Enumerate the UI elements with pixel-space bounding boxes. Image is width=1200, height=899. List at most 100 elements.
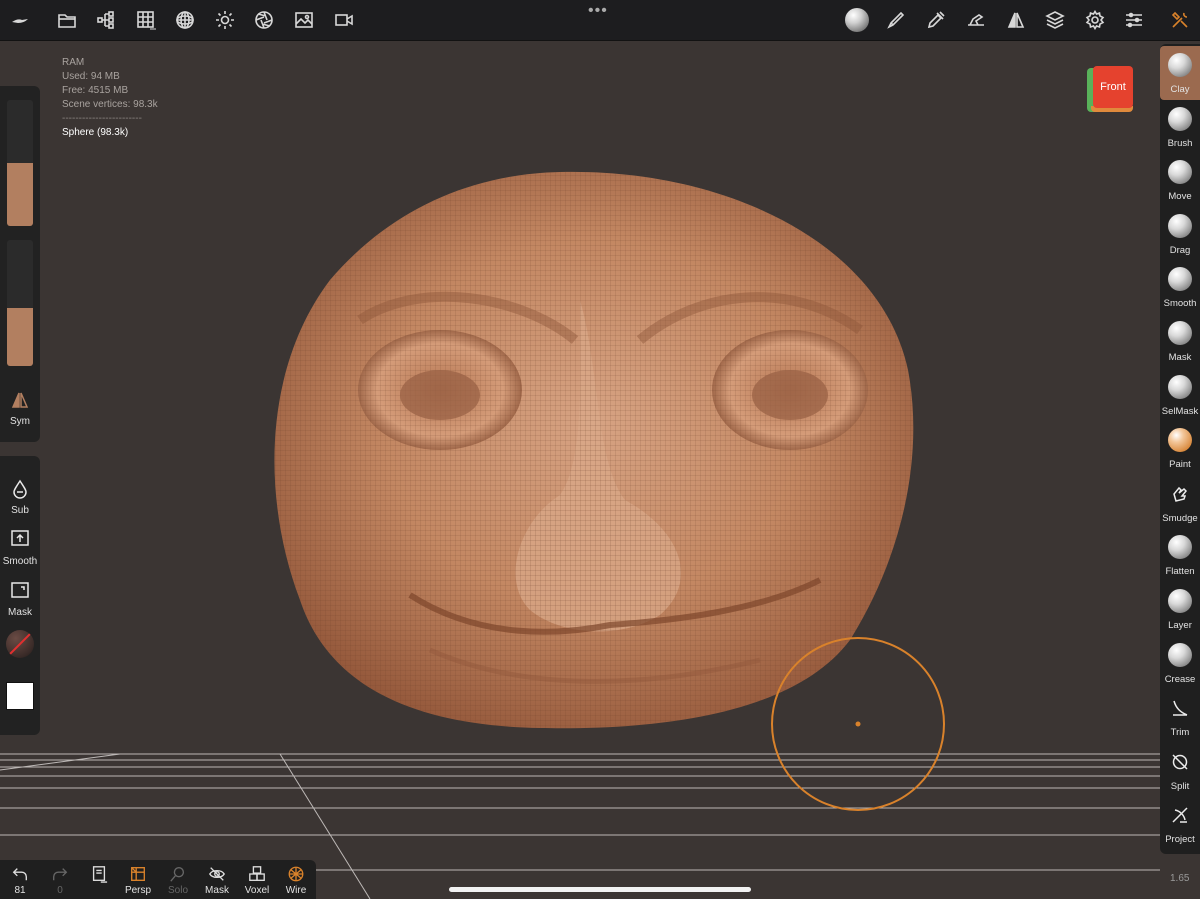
tool-crease[interactable]: Crease <box>1160 636 1200 690</box>
tool-label: Smooth <box>1163 298 1197 310</box>
scene-tree-icon[interactable] <box>94 8 118 32</box>
trim-icon <box>1170 698 1190 718</box>
undo-button[interactable]: 81 <box>0 860 40 899</box>
top-toolbar: ••• <box>0 0 1200 41</box>
menu-dots[interactable]: ••• <box>588 2 608 20</box>
tool-flatten[interactable]: Flatten <box>1160 528 1200 582</box>
tool-label: Paint <box>1169 459 1191 471</box>
persp-button[interactable]: Persp <box>118 860 158 899</box>
tool-label: Split <box>1170 780 1190 792</box>
background-image-icon[interactable] <box>292 8 316 32</box>
smooth-label[interactable]: Smooth <box>0 556 40 567</box>
tool-brush[interactable]: Brush <box>1160 100 1200 154</box>
tool-label: Mask <box>1168 352 1192 363</box>
tool-smudge[interactable]: Smudge <box>1160 475 1200 529</box>
folder-icon[interactable] <box>55 8 79 32</box>
sculpt-mesh <box>274 171 914 729</box>
brush-settings-panel: Sym <box>0 86 40 442</box>
sliders-icon[interactable] <box>1122 8 1146 32</box>
crease-ball-icon <box>1168 642 1192 667</box>
paint-ball-icon <box>1168 428 1192 453</box>
clay-ball-icon <box>1168 53 1192 77</box>
brush-cursor <box>771 637 945 811</box>
tool-paint[interactable]: Paint <box>1160 421 1200 475</box>
sub-drop-icon[interactable] <box>10 479 30 499</box>
tools-icon[interactable] <box>1168 8 1192 32</box>
sym-label[interactable]: Sym <box>0 416 40 427</box>
tool-label: Move <box>1168 191 1192 203</box>
radius-slider[interactable] <box>7 100 33 226</box>
tool-trim[interactable]: Trim <box>1160 689 1200 743</box>
tool-layer[interactable]: Layer <box>1160 582 1200 636</box>
smooth-upload-icon[interactable] <box>10 528 30 548</box>
tool-label: Trim <box>1170 727 1190 739</box>
tool-label: Project <box>1165 834 1195 846</box>
view-cube[interactable]: Front <box>1087 66 1133 112</box>
light-sun-icon[interactable] <box>213 8 237 32</box>
color-swatch[interactable] <box>6 682 34 710</box>
tool-label: Clay <box>1170 84 1190 95</box>
intensity-slider[interactable] <box>7 240 33 366</box>
wireframe-label: Wire <box>285 885 307 896</box>
tool-mask[interactable]: Mask <box>1160 314 1200 368</box>
tool-drag[interactable]: Drag <box>1160 207 1200 261</box>
layers-icon[interactable] <box>1043 8 1067 32</box>
tool-label: Layer <box>1168 620 1192 631</box>
topology-grid-icon[interactable] <box>134 8 158 32</box>
stats-free: Free: 4515 MB <box>62 85 129 96</box>
stroke-modifier-panel: Sub Smooth Mask <box>0 456 40 735</box>
scene-menu-button[interactable] <box>79 860 119 899</box>
pressure-hand-icon[interactable] <box>964 8 988 32</box>
tool-label: Drag <box>1169 244 1191 256</box>
stats-object[interactable]: Sphere (98.3k) <box>62 126 158 140</box>
material-preview-icon[interactable] <box>844 7 870 33</box>
viewport-3d[interactable] <box>0 40 1200 899</box>
matcap-icon[interactable] <box>6 630 34 658</box>
selmask-ball-icon <box>1168 374 1192 399</box>
material-sphere-icon[interactable] <box>173 8 197 32</box>
layer-ball-icon <box>1168 589 1192 613</box>
home-indicator[interactable] <box>449 887 751 892</box>
stats-separator: ------------------------ <box>62 113 142 124</box>
camera-video-icon[interactable] <box>332 8 356 32</box>
view-cube-front-label[interactable]: Front <box>1093 66 1133 108</box>
tool-label: Brush <box>1167 137 1193 149</box>
version-label: 1.65 <box>1170 873 1190 884</box>
symmetry-icon[interactable] <box>1004 8 1028 32</box>
stats-ram-label: RAM <box>62 57 85 68</box>
settings-gear-icon[interactable] <box>1083 8 1107 32</box>
wireframe-button[interactable]: Wire <box>276 860 316 899</box>
mask-ball-icon <box>1168 321 1192 345</box>
solo-label: Solo <box>167 885 188 896</box>
stats-vertices: Scene vertices: 98.3k <box>62 99 158 110</box>
tool-smooth[interactable]: Smooth <box>1160 260 1200 314</box>
tool-split[interactable]: Split <box>1160 743 1200 797</box>
tool-clay[interactable]: Clay <box>1160 46 1200 100</box>
mask-label[interactable]: Mask <box>0 607 40 618</box>
stats-used: Used: 94 MB <box>62 71 120 82</box>
undo-count: 81 <box>14 885 26 896</box>
redo-button[interactable]: 0 <box>40 860 80 899</box>
tool-label: SelMask <box>1161 405 1199 417</box>
tool-selmask[interactable]: SelMask <box>1160 368 1200 422</box>
flatten-ball-icon <box>1168 535 1192 560</box>
redo-count: 0 <box>57 885 63 896</box>
shading-aperture-icon[interactable] <box>252 8 276 32</box>
mask-square-icon[interactable] <box>10 580 30 600</box>
symmetry-toggle-icon[interactable] <box>10 390 30 410</box>
mask-visibility-button[interactable]: Mask <box>197 860 237 899</box>
mask-visibility-label: Mask <box>205 885 229 896</box>
tool-project[interactable]: Project <box>1160 796 1200 850</box>
bottom-toolbar: 81 0 Persp Solo Mask Voxel Wire <box>0 860 316 899</box>
voxel-button[interactable]: Voxel <box>237 860 277 899</box>
persp-label: Persp <box>124 885 152 896</box>
smudge-finger-icon <box>1170 484 1190 504</box>
tool-label: Crease <box>1164 673 1196 685</box>
stroke-pen-icon[interactable] <box>924 8 948 32</box>
solo-button[interactable]: Solo <box>158 860 198 899</box>
nomad-logo-icon[interactable] <box>8 8 32 32</box>
paint-brush-icon[interactable] <box>884 8 908 32</box>
tool-move[interactable]: Move <box>1160 153 1200 207</box>
sub-label[interactable]: Sub <box>0 505 40 516</box>
scene-stats: RAM Used: 94 MB Free: 4515 MB Scene vert… <box>62 56 158 140</box>
